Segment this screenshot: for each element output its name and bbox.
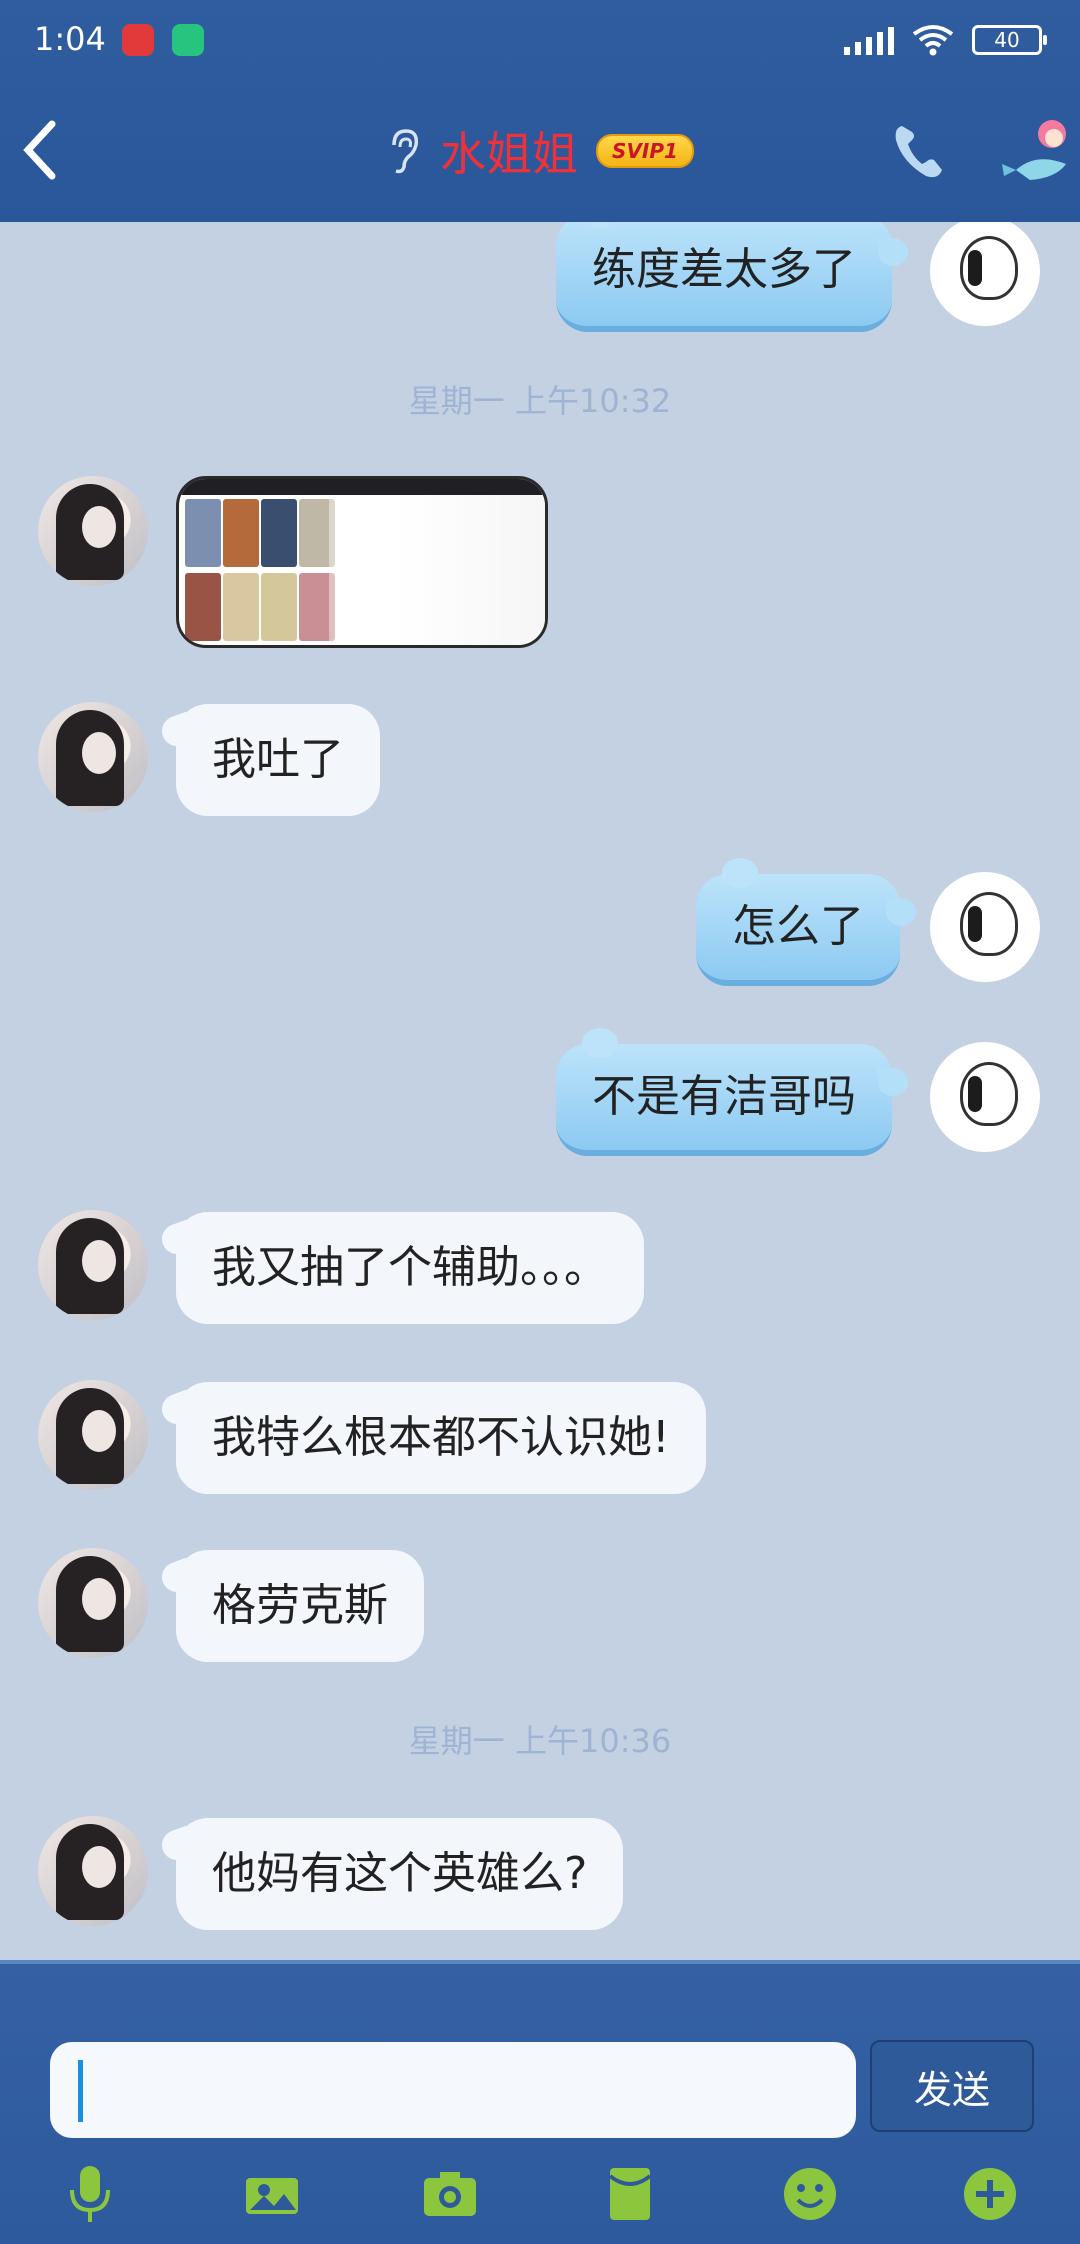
message-bubble-outgoing[interactable]: 不是有洁哥吗	[556, 1028, 908, 1156]
my-avatar[interactable]	[930, 222, 1040, 326]
message-bubble-incoming[interactable]: 他妈有这个英雄么?	[176, 1818, 624, 1930]
message-bubble-incoming[interactable]: 我又抽了个辅助。。。	[176, 1212, 644, 1324]
emoji-icon[interactable]	[782, 2164, 838, 2224]
mermaid-mascot-icon[interactable]	[996, 112, 1080, 192]
message-text: 我特么根本都不认识她!	[212, 1412, 670, 1463]
message-input[interactable]	[50, 2042, 856, 2138]
contact-avatar[interactable]	[38, 476, 148, 586]
send-button[interactable]: 发送	[870, 2040, 1034, 2132]
message-text: 我吐了	[212, 734, 344, 785]
timestamp-separator: 星期一 上午10:32	[408, 382, 672, 420]
message-bubble-incoming[interactable]: 我吐了	[176, 704, 380, 816]
message-bubble-outgoing[interactable]: 练度差太多了	[556, 222, 908, 332]
image-card	[185, 573, 221, 641]
text-cursor	[78, 2060, 83, 2122]
contact-avatar[interactable]	[38, 702, 148, 812]
image-icon[interactable]	[244, 2164, 300, 2224]
status-indicators: 40	[844, 24, 1047, 56]
image-message[interactable]	[176, 476, 548, 648]
timestamp-separator: 星期一 上午10:36	[408, 1722, 672, 1760]
signal-icon	[844, 25, 894, 55]
input-panel: 发送	[0, 1960, 1080, 2244]
image-card	[185, 499, 221, 567]
message-bubble-outgoing[interactable]: 怎么了	[696, 858, 916, 986]
message-text: 怎么了	[732, 901, 864, 952]
image-card	[261, 573, 297, 641]
camera-icon[interactable]	[422, 2164, 478, 2224]
image-blurred-area	[329, 495, 545, 645]
my-avatar[interactable]	[930, 872, 1040, 982]
image-card	[223, 499, 259, 567]
contact-avatar[interactable]	[38, 1816, 148, 1926]
status-time: 1:04	[34, 20, 106, 58]
security-shield-icon	[172, 24, 204, 56]
phone-call-icon[interactable]	[890, 120, 948, 182]
contact-avatar[interactable]	[38, 1380, 148, 1490]
message-text: 他妈有这个英雄么?	[212, 1848, 588, 1899]
message-bubble-incoming[interactable]: 我特么根本都不认识她!	[176, 1382, 706, 1494]
my-avatar[interactable]	[930, 1042, 1040, 1152]
earpiece-mode-icon[interactable]	[386, 127, 422, 175]
contact-name[interactable]: 水姐姐	[440, 118, 578, 184]
contact-avatar[interactable]	[38, 1210, 148, 1320]
wifi-icon	[912, 25, 954, 56]
message-text: 格劳克斯	[212, 1580, 388, 1631]
image-card	[223, 573, 259, 641]
message-text: 我又抽了个辅助。。。	[212, 1242, 608, 1293]
microphone-icon[interactable]	[62, 2164, 118, 2224]
battery-icon: 40	[972, 25, 1047, 55]
image-card	[261, 499, 297, 567]
message-text: 不是有洁哥吗	[592, 1071, 856, 1122]
red-packet-icon[interactable]	[602, 2164, 658, 2224]
plus-icon[interactable]	[962, 2164, 1018, 2224]
image-top-bar	[179, 479, 545, 495]
message-bubble-incoming[interactable]: 格劳克斯	[176, 1550, 424, 1662]
message-text: 练度差太多了	[592, 244, 856, 295]
contact-avatar[interactable]	[38, 1548, 148, 1658]
netease-music-icon	[122, 24, 154, 56]
top-bar: 1:04 40 水姐姐 SVIP1	[0, 0, 1080, 222]
message-list[interactable]: 练度差太多了 星期一 上午10:32 我吐了 怎么了 不是有洁哥吗 我又抽了个辅…	[0, 222, 1080, 1962]
svip-badge: SVIP1	[596, 134, 694, 168]
